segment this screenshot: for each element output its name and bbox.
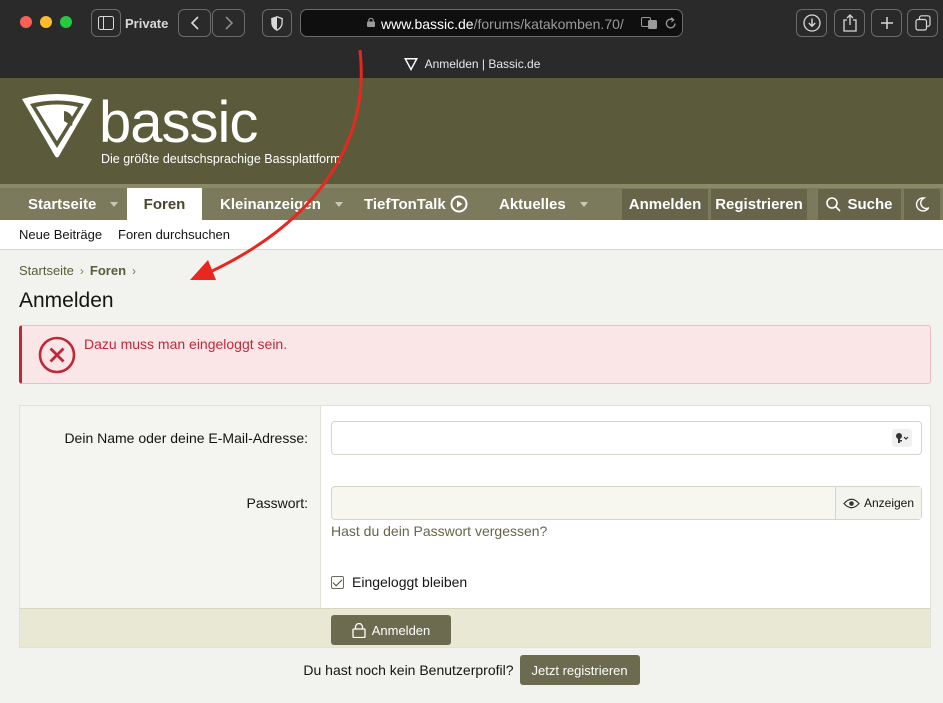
- register-prompt: Du hast noch kein Benutzerprofil? Jetzt …: [0, 655, 943, 685]
- bassic-logo-icon[interactable]: [20, 93, 94, 159]
- forward-button[interactable]: [212, 9, 245, 37]
- nav-item-forums[interactable]: Foren: [127, 188, 202, 220]
- downloads-button[interactable]: [796, 9, 827, 37]
- error-text: Dazu muss man eingeloggt sein.: [84, 336, 288, 352]
- shield-icon: [271, 15, 283, 31]
- login-form: Dein Name oder deine E-Mail-Adresse: Pas…: [19, 405, 931, 648]
- zoom-window-button[interactable]: [60, 16, 72, 28]
- search-icon: [826, 197, 842, 212]
- privacy-shield-button[interactable]: [262, 9, 292, 37]
- password-manager-key-icon[interactable]: [892, 429, 912, 447]
- download-icon: [802, 14, 821, 32]
- chevron-down-icon[interactable]: [334, 201, 343, 207]
- nav-login-button[interactable]: Anmelden: [622, 189, 708, 220]
- nav-item-label: Kleinanzeigen: [220, 195, 321, 213]
- sidebar-icon: [98, 16, 114, 30]
- error-message-box: Dazu muss man eingeloggt sein.: [19, 325, 931, 384]
- tab-title: Anmelden | Bassic.de: [424, 57, 541, 71]
- nav-item-news[interactable]: Aktuelles: [489, 188, 599, 220]
- chevron-right-icon: [224, 16, 233, 30]
- username-input[interactable]: [331, 421, 922, 455]
- breadcrumb: Startseite › Foren ›: [19, 263, 136, 278]
- new-tab-button[interactable]: [871, 9, 902, 37]
- password-input[interactable]: Anzeigen: [331, 486, 922, 520]
- back-button[interactable]: [178, 9, 211, 37]
- register-prompt-text: Du hast noch kein Benutzerprofil?: [303, 662, 514, 678]
- show-password-button[interactable]: Anzeigen: [835, 487, 921, 519]
- chevron-right-icon: ›: [132, 263, 137, 278]
- username-label: Dein Name oder deine E-Mail-Adresse:: [64, 430, 308, 446]
- nav-search-button[interactable]: Suche: [818, 189, 901, 220]
- site-tagline: Die größte deutschsprachige Bassplattfor…: [101, 152, 341, 166]
- browser-chrome: Private www.bassic.de/forums/katakomben.…: [0, 0, 943, 78]
- register-now-button[interactable]: Jetzt registrieren: [519, 655, 640, 685]
- breadcrumb-forums[interactable]: Foren: [90, 263, 126, 278]
- subnav-search-forums[interactable]: Foren durchsuchen: [118, 227, 230, 242]
- nav-item-tieftontalk[interactable]: TiefTonTalk: [356, 188, 471, 220]
- minimize-window-button[interactable]: [40, 16, 52, 28]
- moon-icon: [915, 197, 929, 212]
- remember-me-label: Eingeloggt bleiben: [352, 574, 468, 590]
- reload-icon[interactable]: [665, 17, 677, 30]
- translate-icon[interactable]: [641, 17, 658, 30]
- form-footer: Anmelden: [20, 608, 930, 647]
- plus-icon: [880, 17, 893, 29]
- show-password-label: Anzeigen: [863, 496, 915, 510]
- form-label-column: Dein Name oder deine E-Mail-Adresse: Pas…: [20, 406, 321, 608]
- forgot-password-link[interactable]: Hast du dein Passwort vergessen?: [331, 523, 547, 539]
- main-nav: Startseite Foren Kleinanzeigen TiefTonTa…: [0, 184, 943, 220]
- nav-item-label: TiefTonTalk: [364, 195, 446, 213]
- theme-toggle-button[interactable]: [904, 189, 940, 220]
- remember-me-checkbox[interactable]: Eingeloggt bleiben: [331, 574, 467, 590]
- nav-search-label: Suche: [847, 196, 893, 213]
- sub-nav: Neue Beiträge Foren durchsuchen: [0, 220, 943, 250]
- address-bar[interactable]: www.bassic.de/forums/katakomben.70/: [300, 9, 683, 37]
- password-label: Passwort:: [246, 495, 308, 511]
- browser-tab[interactable]: Anmelden | Bassic.de: [0, 50, 943, 78]
- nav-item-home[interactable]: Startseite: [18, 188, 123, 220]
- chevron-left-icon: [190, 16, 199, 30]
- nav-item-label: Aktuelles: [499, 195, 566, 213]
- site-favicon-icon: [403, 58, 418, 71]
- subnav-new-posts[interactable]: Neue Beiträge: [19, 227, 102, 242]
- page-title: Anmelden: [19, 289, 114, 312]
- breadcrumb-home[interactable]: Startseite: [19, 263, 74, 278]
- chevron-right-icon: ›: [79, 263, 84, 278]
- lock-icon: [367, 18, 375, 27]
- error-circle-x-icon: [38, 336, 76, 374]
- tab-overview-button[interactable]: [907, 9, 938, 37]
- lock-icon: [352, 622, 366, 638]
- checkbox-checked-icon[interactable]: [331, 575, 344, 589]
- close-window-button[interactable]: [20, 16, 32, 28]
- share-icon: [842, 14, 857, 32]
- site-header: bassic Die größte deutschsprachige Bassp…: [0, 78, 943, 184]
- nav-item-label: Startseite: [28, 195, 97, 213]
- tabs-icon: [914, 15, 931, 31]
- site-brand[interactable]: bassic: [99, 88, 258, 158]
- url-text: www.bassic.de/forums/katakomben.70/: [381, 16, 624, 32]
- play-circle-icon: [450, 195, 468, 213]
- login-submit-button[interactable]: Anmelden: [331, 615, 451, 645]
- eye-icon: [843, 498, 860, 508]
- nav-register-button[interactable]: Registrieren: [711, 189, 807, 220]
- login-submit-label: Anmelden: [371, 622, 431, 638]
- chevron-down-icon[interactable]: [110, 201, 119, 207]
- chevron-down-icon[interactable]: [579, 201, 588, 207]
- private-label: Private: [125, 16, 169, 31]
- nav-item-label: Foren: [143, 195, 186, 213]
- share-button[interactable]: [834, 9, 865, 37]
- sidebar-toggle-button[interactable]: [91, 9, 121, 37]
- nav-item-classifieds[interactable]: Kleinanzeigen: [210, 188, 343, 220]
